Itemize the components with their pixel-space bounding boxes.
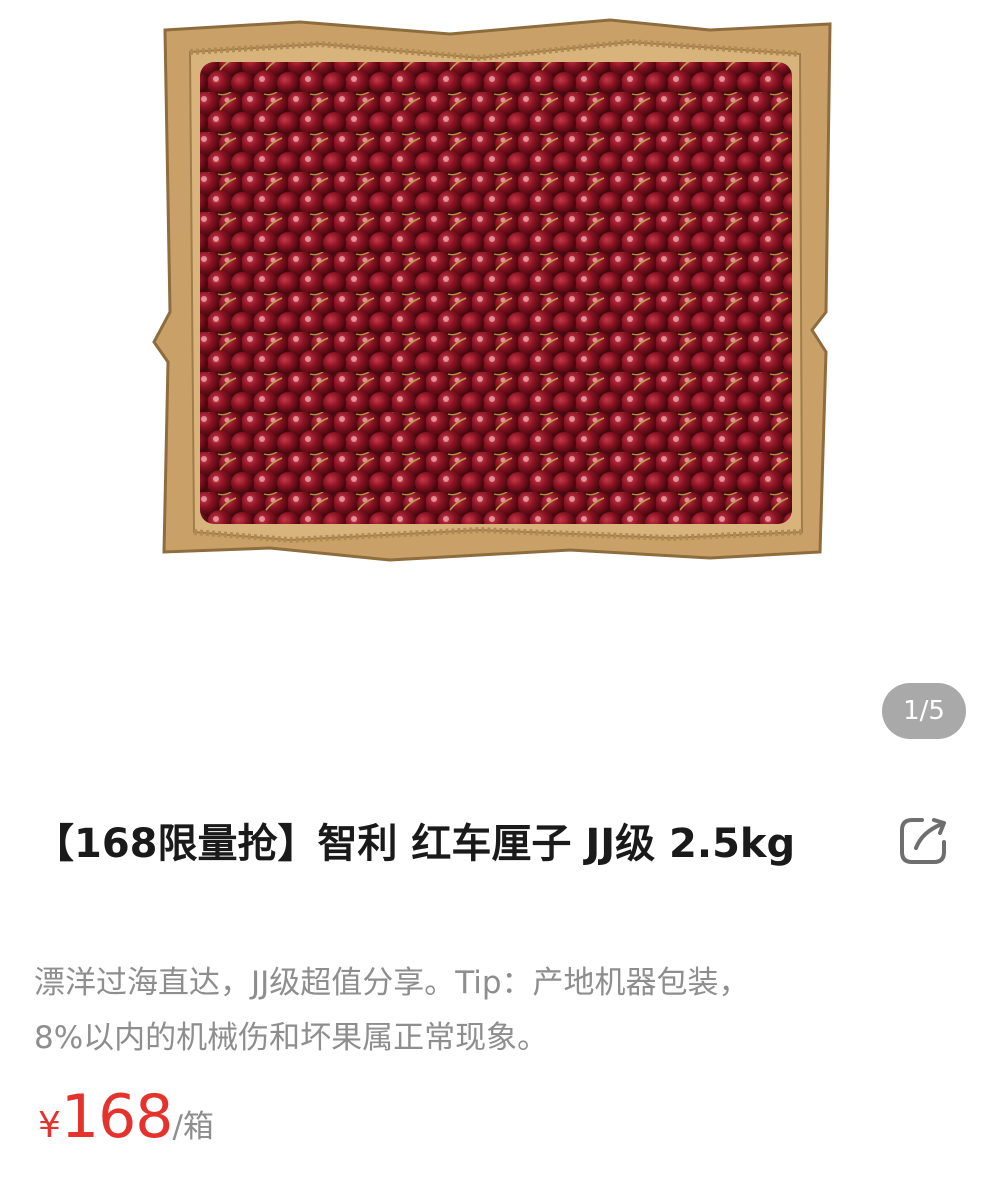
product-photo [152, 18, 832, 562]
price-currency: ¥ [38, 1105, 61, 1146]
product-title: 【168限量抢】智利 红车厘子 JJ级 2.5kg [34, 821, 796, 867]
image-counter: 1/5 [882, 683, 966, 739]
product-image-gallery[interactable]: 1/5 [0, 0, 987, 760]
price-unit: /箱 [172, 1109, 214, 1145]
product-info: 【168限量抢】智利 红车厘子 JJ级 2.5kg 漂洋过海直达，JJ级超值分享… [0, 760, 987, 1180]
product-price: ¥168/箱 [38, 1082, 214, 1152]
share-icon[interactable] [896, 812, 952, 868]
product-description: 漂洋过海直达，JJ级超值分享。Tip：产地机器包装，8%以内的机械伤和坏果属正常… [34, 965, 750, 1056]
price-amount: 168 [60, 1082, 174, 1152]
